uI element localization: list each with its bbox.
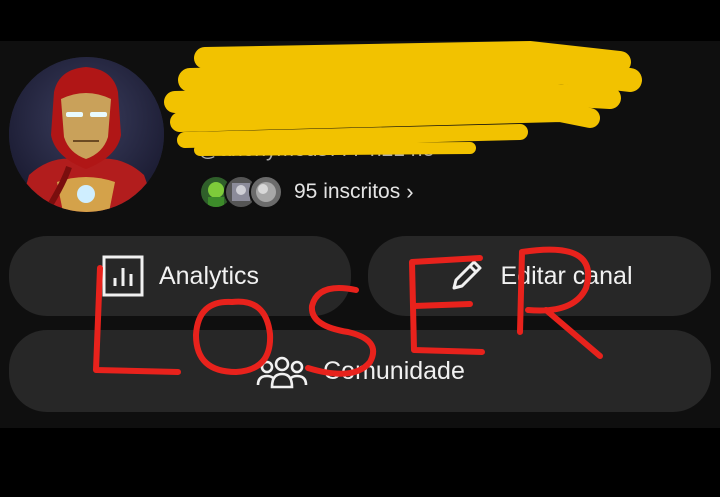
community-icon	[255, 351, 309, 391]
analytics-button[interactable]: Analytics	[9, 236, 351, 316]
chevron-right-icon: ›	[406, 179, 414, 204]
community-button[interactable]: Comunidade	[9, 330, 711, 412]
redaction-scribble	[164, 40, 642, 156]
pencil-icon	[446, 256, 486, 296]
analytics-icon	[101, 254, 145, 298]
community-label: Comunidade	[323, 356, 465, 385]
subscriber-count: 95 inscritos	[294, 180, 401, 203]
analytics-label: Analytics	[158, 261, 260, 290]
edit-channel-button[interactable]: Editar canal	[368, 236, 711, 316]
subscribers-link[interactable]: 95 inscritos ›	[199, 174, 414, 210]
edit-channel-label: Editar canal	[500, 261, 633, 290]
subscriber-avatar	[249, 175, 283, 209]
